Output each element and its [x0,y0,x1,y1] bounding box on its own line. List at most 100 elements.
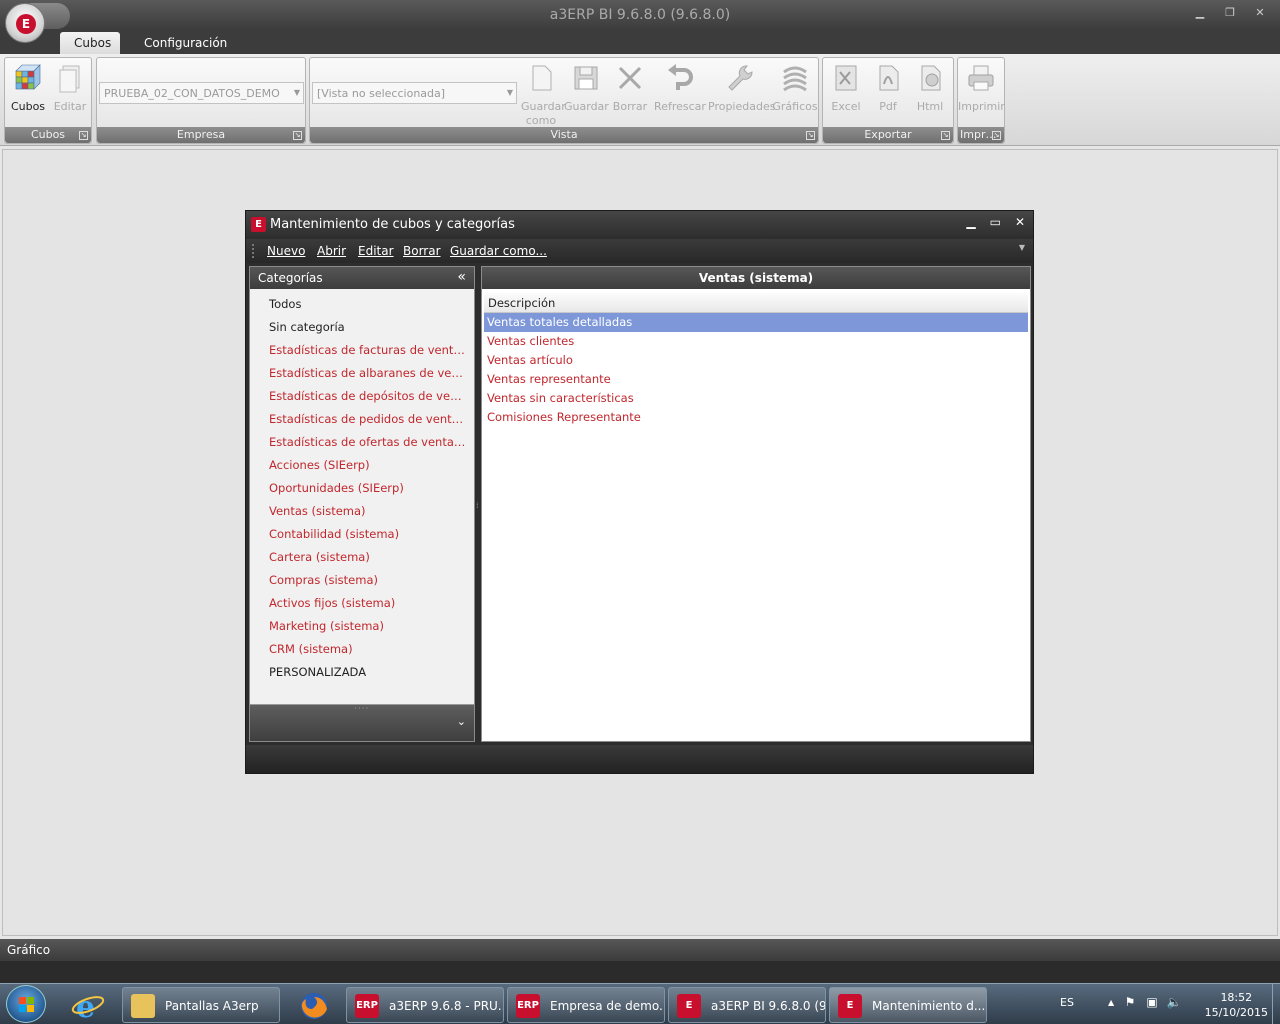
maximize-icon[interactable]: ▭ [990,215,1001,229]
minimize-icon[interactable]: ▁ [1194,6,1206,19]
dialog-launcher-icon[interactable]: ↘ [806,131,815,140]
category-item[interactable]: Contabilidad (sistema) [250,523,474,546]
category-item[interactable]: Activos fijos (sistema) [250,592,474,615]
cube-row[interactable]: Ventas totales detalladas [484,313,1028,332]
cube-row[interactable]: Ventas clientes [484,332,1028,351]
grafico-panel [0,961,1280,983]
cubes-grid: Ventas totales detalladas Ventas clientes… [484,313,1028,427]
chevron-down-icon[interactable]: ⌄ [457,715,466,728]
html-button[interactable]: Html [909,62,951,114]
group-label-empresa: Empresa [97,127,305,143]
window-title-bar: a3ERP BI 9.6.8.0 (9.6.8.0) ▁ ❐ ✕ [0,0,1280,30]
editar-button[interactable]: Editar [49,62,91,114]
resize-grip-icon[interactable]: ···· [354,704,369,714]
close-icon[interactable]: ✕ [1254,6,1266,19]
pdf-label: Pdf [879,100,897,113]
menu-borrar[interactable]: Borrar [403,244,441,258]
ribbon-group-vista: [Vista no seleccionada] ▼ Guardar como G… [309,57,819,144]
show-desktop-button[interactable] [1272,984,1280,1024]
cube-row[interactable]: Comisiones Representante [484,408,1028,427]
taskbar-item-mantenimiento[interactable]: E Mantenimiento d... [829,987,987,1023]
propiedades-button[interactable]: Propiedades [708,62,776,114]
clock[interactable]: 18:52 15/10/2015 [1205,990,1268,1020]
cubos-button[interactable]: Cubos [7,62,49,114]
app-logo-icon: E [251,217,266,232]
categories-footer: ···· ⌄ [250,704,474,741]
category-item[interactable]: Acciones (SIEerp) [250,454,474,477]
minimize-icon[interactable]: ▁ [966,215,975,229]
cube-row[interactable]: Ventas artículo [484,351,1028,370]
dialog-title-bar[interactable]: E Mantenimiento de cubos y categorías ▁ … [246,211,1033,238]
action-center-flag-icon[interactable]: ⚑ [1122,995,1138,1011]
cubes-header: Ventas (sistema) [482,267,1030,289]
collapse-icon[interactable]: « [457,269,466,285]
guardar-como-button[interactable]: Guardar como [518,62,566,128]
category-item[interactable]: Sin categoría [250,316,474,339]
excel-label: Excel [831,100,861,113]
category-item[interactable]: CRM (sistema) [250,638,474,661]
undo-icon [668,64,693,90]
grafico-panel-header[interactable]: Gráfico [0,939,1280,961]
pdf-button[interactable]: Pdf [867,62,909,114]
volume-icon[interactable]: 🔈 [1166,995,1182,1011]
menu-abrir[interactable]: Abrir [317,244,346,258]
vista-select[interactable]: [Vista no seleccionada] ▼ [312,82,517,104]
dialog-controls: ▁ ▭ ✕ [966,215,1025,229]
taskbar-item-a3erp[interactable]: ERP a3ERP 9.6.8 - PRU... [346,987,504,1023]
category-item[interactable]: Estadísticas de pedidos de venta (SIEerp… [250,408,474,431]
category-item[interactable]: Estadísticas de ofertas de venta (SIEerp… [250,431,474,454]
menu-guardar-como[interactable]: Guardar como... [450,244,547,258]
category-item[interactable]: Oportunidades (SIEerp) [250,477,474,500]
cube-row[interactable]: Ventas sin características [484,389,1028,408]
dialog-launcher-icon[interactable]: ↘ [941,131,950,140]
window-title: a3ERP BI 9.6.8.0 (9.6.8.0) [549,7,731,23]
toolbar-overflow-icon[interactable]: ▼ [1019,243,1025,252]
column-header-descripcion[interactable]: Descripción [484,293,1028,313]
internet-explorer-icon[interactable]: e [62,987,114,1024]
dialog-launcher-icon[interactable]: ↘ [293,131,302,140]
start-button[interactable] [6,985,46,1023]
tab-cubos[interactable]: Cubos [60,32,120,54]
restore-icon[interactable]: ❐ [1224,6,1236,19]
firefox-icon[interactable] [288,987,340,1023]
refrescar-button[interactable]: Refrescar [652,62,708,114]
category-item[interactable]: Cartera (sistema) [250,546,474,569]
dialog-launcher-icon[interactable]: ↘ [992,131,1001,140]
ribbon-group-exportar: Excel Pdf Html Exportar ↘ [822,57,954,144]
category-item[interactable]: Marketing (sistema) [250,615,474,638]
app-logo-icon: E [16,14,36,34]
floppy-icon [574,66,598,90]
borrar-button[interactable]: Borrar [608,62,652,114]
clock-time: 18:52 [1220,991,1253,1004]
dialog-launcher-icon[interactable]: ↘ [79,131,88,140]
excel-button[interactable]: Excel [825,62,867,114]
close-icon[interactable]: ✕ [1015,215,1025,229]
category-item[interactable]: Compras (sistema) [250,569,474,592]
category-item[interactable]: Estadísticas de depósitos de venta (SIEe… [250,385,474,408]
app-menu-button[interactable]: E [5,3,45,43]
network-icon[interactable]: ▣ [1144,995,1160,1011]
cube-row[interactable]: Ventas representante [484,370,1028,389]
propiedades-label: Propiedades [708,100,776,113]
menu-nuevo[interactable]: Nuevo [267,244,305,258]
splitter-handle-icon[interactable]: ⁞ [476,501,479,510]
taskbar-item-a3erp-bi[interactable]: E a3ERP BI 9.6.8.0 (9... [668,987,826,1023]
toolbar-grip-icon[interactable] [252,244,255,258]
menu-editar[interactable]: Editar [358,244,394,258]
taskbar-item-pantallas[interactable]: Pantallas A3erp [122,987,280,1023]
empresa-select[interactable]: PRUEBA_02_CON_DATOS_DEMO ▼ [99,82,304,104]
taskbar: e Pantallas A3erp ERP a3ERP 9.6.8 - PRU.… [0,983,1280,1024]
category-item[interactable]: Estadísticas de albaranes de venta (SIEe… [250,362,474,385]
language-indicator[interactable]: ES [1060,996,1074,1009]
show-hidden-icons-icon[interactable]: ▲ [1108,998,1114,1007]
category-item[interactable]: PERSONALIZADA [250,661,474,684]
ribbon-tab-bar: Cubos Configuración [0,30,1280,54]
imprimir-button[interactable]: Imprimir [958,62,1005,114]
category-item[interactable]: Estadísticas de facturas de venta (SIEer… [250,339,474,362]
category-item[interactable]: Todos [250,293,474,316]
guardar-button[interactable]: Guardar [564,62,609,114]
tab-configuracion[interactable]: Configuración [130,32,241,54]
category-item[interactable]: Ventas (sistema) [250,500,474,523]
graficos-button[interactable]: Gráficos [772,62,818,114]
taskbar-item-empresa-demo[interactable]: ERP Empresa de demo... [507,987,665,1023]
